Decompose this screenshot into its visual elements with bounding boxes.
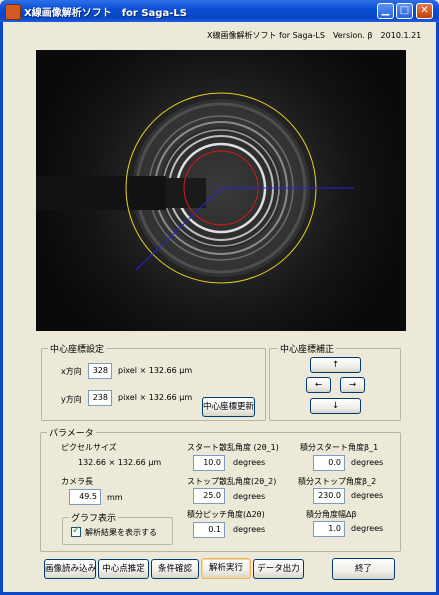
start-angle-input[interactable]: 10.0 — [193, 455, 225, 471]
show-results-checkbox[interactable] — [71, 525, 81, 537]
camera-length-input[interactable]: 49.5 — [69, 489, 101, 505]
y-center-input[interactable]: 238 — [88, 390, 112, 406]
int-stop-label: 積分ストップ角度β_2 — [298, 477, 377, 486]
window-title: X線画像解析ソフト for Saga-LS — [24, 8, 187, 19]
export-data-button[interactable]: データ出力 — [253, 559, 304, 579]
center-settings-group: 中心座標設定 x方向 328 pixel × 132.66 μm y方向 238… — [41, 342, 266, 421]
update-center-button[interactable]: 中心座標更新 — [202, 397, 255, 417]
parameters-legend: パラメータ — [47, 426, 96, 439]
center-correction-group: 中心座標補正 ↑ ← → ↓ — [269, 342, 401, 421]
exit-button[interactable]: 終了 — [332, 558, 395, 580]
title-bar[interactable]: X線画像解析ソフト for Saga-LS ▁ □ ✕ — [0, 0, 439, 22]
parameters-group: パラメータ ピクセルサイズ 132.66 × 132.66 μm カメラ長 49… — [40, 426, 401, 552]
start-angle-label: スタート散乱角度 (2θ_1) — [187, 443, 279, 452]
stop-angle-input[interactable]: 25.0 — [193, 488, 225, 504]
int-stop-unit: degrees — [351, 491, 384, 500]
xray-image[interactable] — [36, 50, 406, 331]
close-button[interactable]: ✕ — [416, 3, 433, 19]
minimize-button[interactable]: ▁ — [377, 3, 394, 19]
beamstop-shadow — [36, 176, 166, 210]
move-up-button[interactable]: ↑ — [310, 357, 361, 373]
pitch-angle-input[interactable]: 0.1 — [193, 522, 225, 538]
x-direction-label: x方向 — [61, 367, 82, 376]
maximize-button[interactable]: □ — [396, 3, 413, 19]
move-right-button[interactable]: → — [340, 377, 365, 393]
center-settings-legend: 中心座標設定 — [48, 342, 107, 355]
load-image-button[interactable]: 画像読み込み — [44, 559, 96, 579]
int-width-label: 積分角度幅Δβ — [306, 510, 357, 519]
int-start-input[interactable]: 0.0 — [313, 455, 345, 471]
camera-length-unit: mm — [107, 493, 123, 502]
graph-display-legend: グラフ表示 — [69, 511, 119, 524]
estimate-center-button[interactable]: 中心点推定 — [98, 559, 149, 579]
run-analysis-button[interactable]: 解析実行 — [201, 558, 251, 579]
pitch-angle-label: 積分ピッチ角度(Δ2θ) — [187, 510, 265, 519]
start-angle-unit: degrees — [233, 458, 266, 467]
beamstop-shadow-inner — [166, 178, 206, 208]
graph-display-group: グラフ表示 解析結果を表示する — [62, 511, 173, 545]
x-unit-text: pixel × 132.66 μm — [118, 366, 193, 375]
pixel-size-value: 132.66 × 132.66 μm — [78, 458, 162, 467]
app-icon — [5, 4, 21, 20]
y-direction-label: y方向 — [61, 395, 82, 404]
x-center-input[interactable]: 328 — [88, 363, 112, 379]
pitch-angle-unit: degrees — [233, 525, 266, 534]
stop-angle-label: ストップ散乱角度(2θ_2) — [187, 477, 277, 486]
int-width-unit: degrees — [351, 524, 384, 533]
int-start-unit: degrees — [351, 458, 384, 467]
confirm-conditions-button[interactable]: 条件確認 — [151, 559, 199, 579]
version-text: X線画像解析ソフト for Saga-LS Version. β 2010.1.… — [207, 31, 422, 40]
window-frame-left — [0, 22, 3, 595]
int-width-input[interactable]: 1.0 — [313, 521, 345, 537]
pixel-size-label: ピクセルサイズ — [61, 443, 117, 452]
move-left-button[interactable]: ← — [306, 377, 331, 393]
int-stop-input[interactable]: 230.0 — [313, 488, 345, 504]
y-unit-text: pixel × 132.66 μm — [118, 393, 193, 402]
show-results-label[interactable]: 解析結果を表示する — [85, 527, 157, 538]
int-start-label: 積分スタート角度β_1 — [300, 443, 379, 452]
move-down-button[interactable]: ↓ — [310, 398, 361, 414]
camera-length-label: カメラ長 — [61, 477, 93, 486]
center-correction-legend: 中心座標補正 — [278, 342, 337, 355]
stop-angle-unit: degrees — [233, 492, 266, 501]
